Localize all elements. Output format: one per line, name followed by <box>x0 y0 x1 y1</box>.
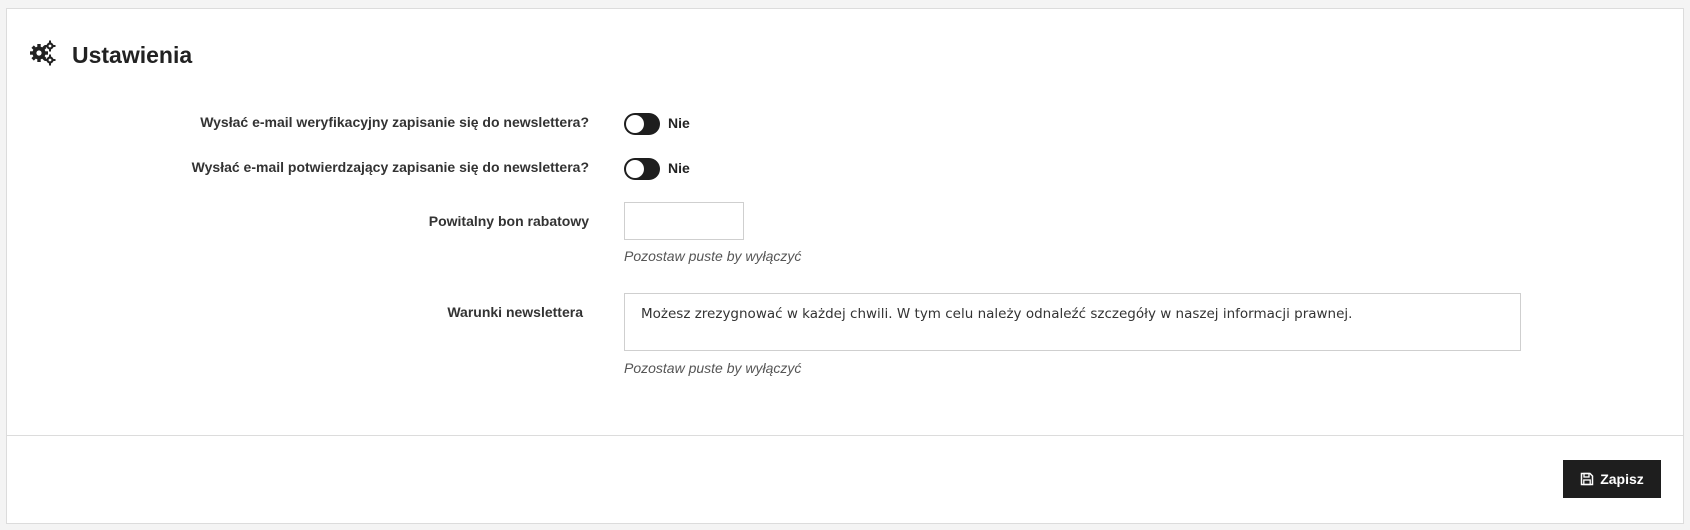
newsletter-terms-label: Warunki newslettera <box>447 304 583 320</box>
newsletter-terms-textarea[interactable]: Możesz zrezygnować w każdej chwili. W ty… <box>624 293 1521 351</box>
gears-icon <box>29 39 57 67</box>
page-title: Ustawienia <box>72 42 193 68</box>
verification-email-toggle[interactable] <box>624 113 660 135</box>
verification-email-state: Nie <box>668 115 690 131</box>
verification-email-label: Wysłać e-mail weryfikacyjny zapisanie si… <box>200 114 589 130</box>
panel-header: Ustawienia <box>7 9 1683 89</box>
floppy-disk-icon <box>1580 472 1594 486</box>
welcome-voucher-label: Powitalny bon rabatowy <box>428 213 589 229</box>
newsletter-terms-help: Pozostaw puste by wyłączyć <box>624 360 802 376</box>
save-button[interactable]: Zapisz <box>1563 460 1661 498</box>
confirmation-email-state: Nie <box>668 160 690 176</box>
confirmation-email-label: Wysłać e-mail potwierdzający zapisanie s… <box>191 159 589 175</box>
welcome-voucher-help: Pozostaw puste by wyłączyć <box>624 248 802 264</box>
settings-panel: Ustawienia Wysłać e-mail weryfikacyjny z… <box>6 8 1684 524</box>
confirmation-email-toggle[interactable] <box>624 158 660 180</box>
toggle-knob <box>626 115 644 133</box>
save-button-label: Zapisz <box>1600 471 1644 487</box>
toggle-knob <box>626 160 644 178</box>
welcome-voucher-input[interactable] <box>624 202 744 240</box>
footer-divider <box>7 435 1683 436</box>
